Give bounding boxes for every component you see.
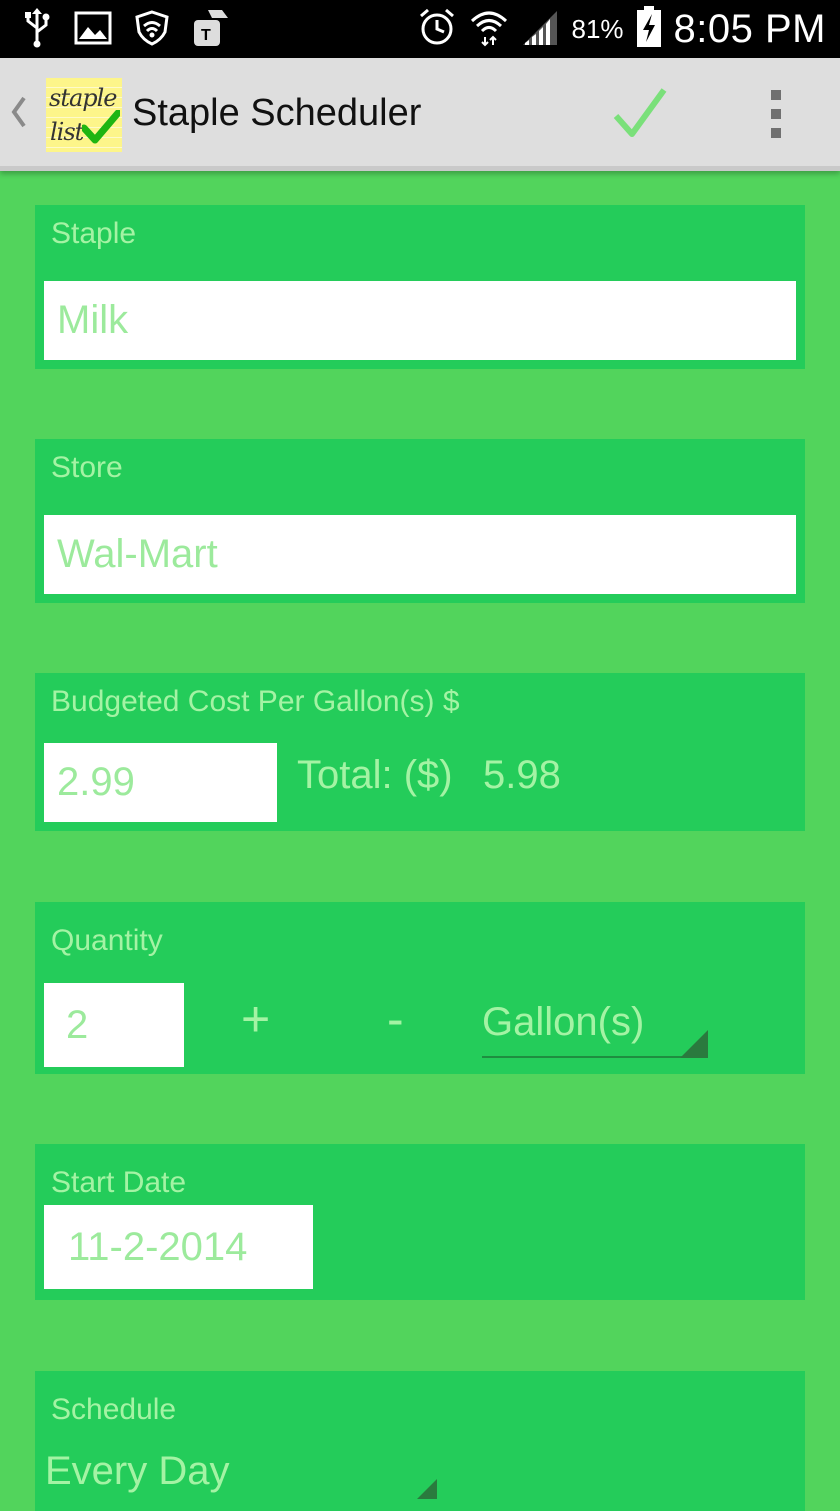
quantity-label: Quantity [51,924,163,957]
store-label: Store [51,451,123,484]
overflow-dot [771,109,781,119]
start-date-card: Start Date [35,1144,805,1300]
image-icon [74,11,112,49]
decrement-button[interactable]: - [387,990,404,1048]
logo-text-staple: staple [49,84,118,112]
checkmark-icon [613,88,667,137]
quantity-input[interactable] [44,983,184,1067]
unit-dropdown-value: Gallon(s) [482,1000,645,1044]
dropdown-triangle-icon [417,1479,437,1499]
staple-input[interactable] [44,281,796,360]
unit-dropdown[interactable]: Gallon(s) [482,996,708,1060]
schedule-label: Schedule [51,1393,177,1426]
store-input[interactable] [44,515,796,594]
increment-button[interactable]: + [241,990,270,1048]
battery-charging-icon [636,6,662,52]
signal-icon [521,7,559,51]
overflow-dot [771,128,781,138]
overflow-dot [771,90,781,100]
logo-text-list: list [50,118,84,146]
battery-percent: 81% [571,13,624,44]
clock-time: 8:05 PM [673,6,826,51]
schedule-card: Schedule Every Day [35,1371,805,1511]
action-bar: staple list Staple Scheduler [0,58,840,171]
schedule-dropdown-value: Every Day [45,1449,230,1493]
alarm-icon [417,7,457,51]
tmobile-icon: T [192,8,230,52]
start-date-label: Start Date [51,1166,187,1199]
quantity-card: Quantity + - Gallon(s) [35,902,805,1074]
svg-text:T: T [201,27,211,44]
usb-icon [22,8,52,52]
wifi-shield-icon [134,10,170,50]
budget-label: Budgeted Cost Per Gallon(s) $ [51,685,460,718]
staple-card: Staple [35,205,805,369]
app-logo[interactable]: staple list [46,78,122,152]
wifi-icon [469,7,509,51]
status-bar: T 81% 8:05 PM [0,0,840,58]
logo-checkmark-icon [82,110,120,144]
save-checkmark-button[interactable] [608,84,674,144]
store-card: Store [35,439,805,603]
schedule-dropdown[interactable]: Every Day [45,1449,437,1509]
start-date-field[interactable] [44,1205,313,1289]
budget-cost-input[interactable] [44,743,277,822]
total-label: Total: ($) [297,753,453,797]
total-value: 5.98 [483,753,561,797]
dropdown-triangle-icon [680,1030,708,1058]
page-title: Staple Scheduler [132,92,422,134]
staple-label: Staple [51,217,137,250]
overflow-menu-button[interactable] [756,90,796,140]
back-chevron-icon[interactable] [6,90,30,134]
unit-dropdown-underline [482,1056,708,1058]
budget-card: Budgeted Cost Per Gallon(s) $ Total: ($)… [35,673,805,831]
